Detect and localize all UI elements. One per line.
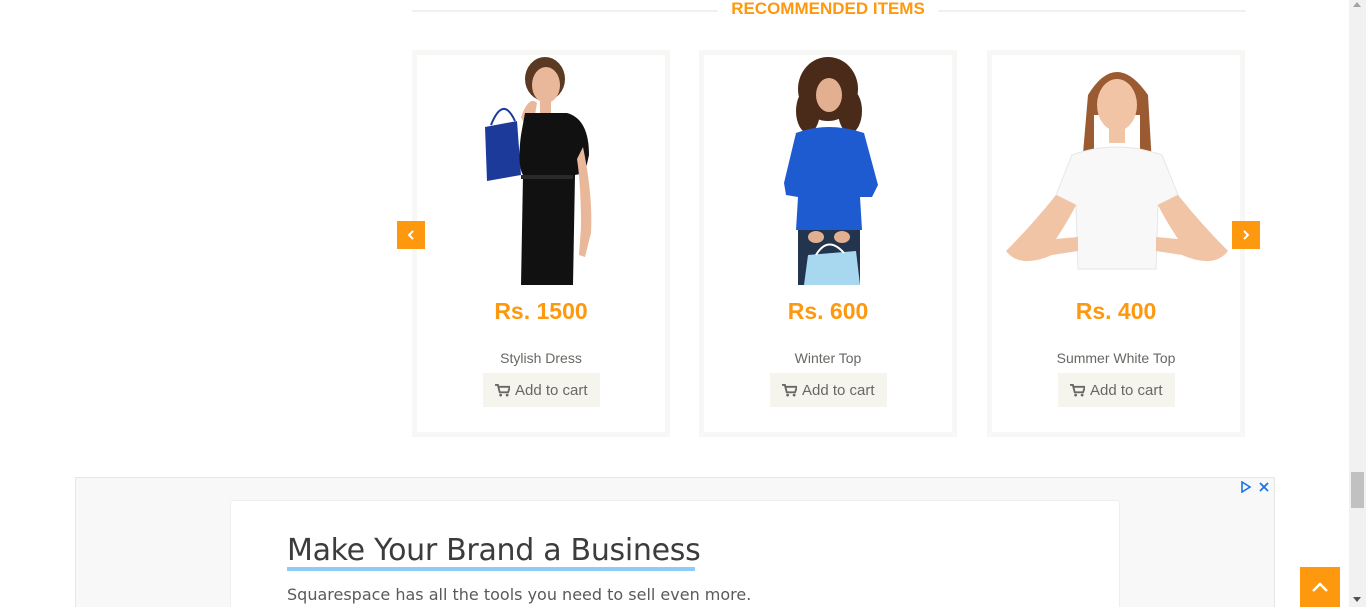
ad-controls (1240, 480, 1270, 494)
product-name: Winter Top (794, 350, 862, 366)
product-name: Stylish Dress (500, 350, 582, 366)
carousel-prev-button[interactable] (397, 221, 425, 249)
add-to-cart-button[interactable]: Add to cart (770, 373, 887, 407)
product-name: Summer White Top (1056, 350, 1176, 366)
product-image[interactable] (992, 55, 1240, 285)
section-title: RECOMMENDED ITEMS (718, 0, 938, 18)
chevron-up-icon (1312, 582, 1328, 592)
add-to-cart-label: Add to cart (1090, 381, 1163, 399)
add-to-cart-button[interactable]: Add to cart (1058, 373, 1175, 407)
chevron-right-icon (1243, 230, 1250, 240)
cart-icon (495, 383, 510, 397)
scroll-down-arrow-icon[interactable] (1353, 597, 1361, 602)
ad-subtext: Squarespace has all the tools you need t… (287, 585, 752, 604)
page: RECOMMENDED ITEMS Rs. 1500 Stylish Dress… (0, 0, 1366, 607)
scroll-up-arrow-icon[interactable] (1353, 2, 1361, 7)
product-price: Rs. 600 (787, 298, 869, 324)
advertisement[interactable]: Make Your Brand a Business Squarespace h… (75, 477, 1275, 607)
add-to-cart-label: Add to cart (515, 381, 588, 399)
carousel-next-button[interactable] (1232, 221, 1260, 249)
close-icon[interactable] (1258, 480, 1270, 492)
product-card: Rs. 1500 Stylish Dress Add to cart (412, 50, 670, 437)
scroll-to-top-button[interactable] (1300, 567, 1340, 607)
cart-icon (1070, 383, 1085, 397)
chevron-left-icon (407, 230, 414, 240)
add-to-cart-button[interactable]: Add to cart (483, 373, 600, 407)
product-card: Rs. 600 Winter Top Add to cart (699, 50, 957, 437)
adchoices-icon[interactable] (1240, 480, 1252, 494)
ad-headline-underline (287, 567, 695, 571)
add-to-cart-label: Add to cart (802, 381, 875, 399)
product-price: Rs. 400 (1075, 298, 1157, 324)
product-image[interactable] (417, 55, 665, 285)
scrollbar[interactable] (1349, 0, 1366, 607)
product-image[interactable] (704, 55, 952, 285)
product-card: Rs. 400 Summer White Top Add to cart (987, 50, 1245, 437)
ad-headline[interactable]: Make Your Brand a Business (287, 533, 701, 568)
cart-icon (782, 383, 797, 397)
product-price: Rs. 1500 (494, 298, 588, 324)
ad-card[interactable]: Make Your Brand a Business Squarespace h… (230, 500, 1120, 607)
scrollbar-thumb[interactable] (1351, 472, 1364, 508)
